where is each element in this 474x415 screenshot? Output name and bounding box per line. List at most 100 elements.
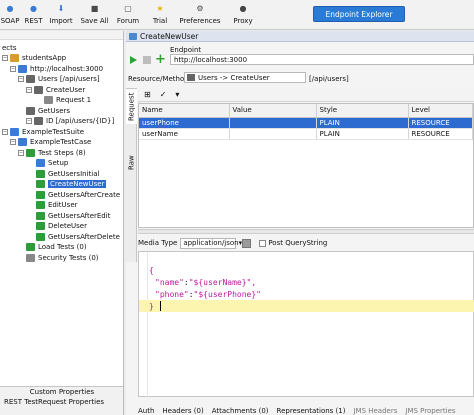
tab-jms-properties[interactable]: JMS Properties xyxy=(405,407,455,415)
step-icon xyxy=(36,211,45,220)
endpoint-input[interactable]: http://localhost:3000 xyxy=(170,54,474,65)
stop-icon[interactable] xyxy=(143,56,151,64)
tree-item[interactable]: − CreateUser xyxy=(26,85,85,95)
collapse-toggle-icon[interactable]: − xyxy=(2,55,8,61)
column-header-name[interactable]: Name xyxy=(139,104,230,118)
column-header-value[interactable]: Value xyxy=(229,104,317,118)
tree-item[interactable]: EditUser xyxy=(36,200,78,210)
star-icon xyxy=(36,159,45,167)
collapse-toggle-icon[interactable]: − xyxy=(2,128,8,135)
load-icon xyxy=(26,243,35,251)
collapse-toggle-icon[interactable]: − xyxy=(26,118,32,124)
tab-representations[interactable]: Representations (1) xyxy=(277,407,346,415)
tab-attachments[interactable]: Attachments (0) xyxy=(212,407,269,415)
service-icon xyxy=(18,64,27,73)
tree-item[interactable]: GetUsersAfterCreate xyxy=(36,190,120,200)
security-icon xyxy=(26,253,35,262)
tab-auth[interactable]: Auth xyxy=(138,407,154,415)
run-icon[interactable] xyxy=(130,56,137,64)
body-line-current: } xyxy=(139,300,474,312)
soapui-window: ● SOAP ● REST ⬇ Import ■ Save All ▢ Forum ★ Trial ⚙ P… xyxy=(0,0,474,415)
request-editor: CreateNewUser Endpoint + http://localhos… xyxy=(126,31,474,415)
request-icon xyxy=(44,96,53,104)
tree-item[interactable]: Setup xyxy=(36,158,68,168)
tree-item[interactable]: Security Tests (0) xyxy=(26,253,99,263)
steps-icon xyxy=(26,148,35,157)
toolbar-soap-button[interactable]: ● SOAP xyxy=(0,0,20,29)
table-row[interactable]: userName PLAIN RESOURCE xyxy=(139,128,473,140)
rest-testrequest-properties-tab[interactable]: REST TestRequest Properties xyxy=(0,397,123,407)
toolbar-proxy-button[interactable]: ● Proxy xyxy=(224,0,262,29)
forum-icon: ▢ xyxy=(124,3,132,13)
add-assertion-icon[interactable]: + xyxy=(155,53,166,66)
tree-item[interactable]: − http://localhost:3000 xyxy=(10,64,103,74)
tab-request[interactable]: Request xyxy=(126,88,137,124)
resource-method-select[interactable]: Users -> CreateUser xyxy=(184,72,306,83)
soap-icon: ● xyxy=(6,3,14,13)
tree-item[interactable]: CreateNewUser xyxy=(36,179,107,189)
step-icon xyxy=(36,169,45,178)
tree-item[interactable]: GetUsersAfterEdit xyxy=(36,211,110,221)
toolbar-save-all-button[interactable]: ■ Save All xyxy=(78,0,111,29)
tree-item[interactable]: GetUsersInitial xyxy=(36,169,99,179)
grid-icon xyxy=(187,74,195,81)
tree-item[interactable]: GetUsersAfterDelete xyxy=(36,232,120,242)
chevron-down-icon[interactable]: ▾ xyxy=(175,90,179,99)
toolbar-preferences-button[interactable]: ⚙ Preferences xyxy=(177,0,223,29)
gear-icon: ⚙ xyxy=(196,3,204,13)
split-divider[interactable] xyxy=(138,229,474,234)
tree-item[interactable]: GetUsers xyxy=(26,106,70,116)
tree-item[interactable]: − ExampleTestCase xyxy=(10,137,91,147)
collapse-toggle-icon[interactable]: − xyxy=(18,149,24,156)
text-caret xyxy=(159,301,161,311)
toolbar-import-button[interactable]: ⬇ Import xyxy=(46,0,76,29)
collapse-toggle-icon[interactable]: − xyxy=(10,139,16,145)
endpoint-explorer-button[interactable]: Endpoint Explorer xyxy=(313,6,405,22)
navigator-heading: ects xyxy=(2,44,17,52)
tree-item[interactable]: DeleteUser xyxy=(36,221,87,231)
toolbar-forum-button[interactable]: ▢ Forum xyxy=(112,0,144,29)
tab-jms-headers[interactable]: JMS Headers xyxy=(353,407,397,415)
media-type-label: Media Type xyxy=(138,239,178,247)
step-icon xyxy=(36,190,45,199)
format-icon[interactable] xyxy=(242,238,252,248)
collapse-toggle-icon[interactable]: − xyxy=(18,76,24,82)
resource-icon xyxy=(26,75,35,83)
tree-item[interactable]: − ID [/api/users/{ID}] xyxy=(26,116,114,126)
tree-item[interactable]: − Users [/api/users] xyxy=(18,74,100,84)
sort-icon[interactable]: ✓ xyxy=(160,90,167,99)
step-icon xyxy=(36,222,45,230)
tab-headers[interactable]: Headers (0) xyxy=(162,407,203,415)
main-toolbar: ● SOAP ● REST ⬇ Import ■ Save All ▢ Forum ★ Trial ⚙ P… xyxy=(0,0,474,30)
project-navigator: ects − studentsApp − http://localhost:3000−… xyxy=(0,31,124,415)
properties-panel: Custom Properties REST TestRequest Prope… xyxy=(0,386,123,415)
params-table: Name Value Style Level userPhone PLAIN R… xyxy=(138,103,474,228)
step-icon xyxy=(36,232,45,241)
proxy-icon: ● xyxy=(239,3,247,13)
table-row[interactable]: userPhone PLAIN RESOURCE xyxy=(139,117,473,129)
step-icon xyxy=(36,180,45,188)
request-title: CreateNewUser xyxy=(140,31,199,41)
collapse-toggle-icon[interactable]: − xyxy=(26,86,32,93)
resource-method-label: Resource/Method: xyxy=(128,75,192,83)
suite-icon xyxy=(10,127,19,136)
tree-item[interactable]: − studentsApp xyxy=(2,53,66,63)
tree-item[interactable]: Load Tests (0) xyxy=(26,242,87,252)
body-line: "phone": "${userPhone}" xyxy=(155,289,261,299)
tree-item[interactable]: Request 1 xyxy=(44,95,91,105)
media-type-select[interactable]: application/json ▾ xyxy=(180,237,242,249)
add-param-icon[interactable]: ⊞ xyxy=(144,90,151,99)
step-icon xyxy=(36,201,45,209)
collapse-toggle-icon[interactable]: − xyxy=(10,65,16,72)
endpoint-label: Endpoint xyxy=(170,46,202,54)
toolbar-trial-button[interactable]: ★ Trial xyxy=(145,0,175,29)
column-header-level[interactable]: Level xyxy=(408,104,473,118)
post-querystring-checkbox[interactable] xyxy=(259,239,267,247)
toolbar-rest-button[interactable]: ● REST xyxy=(21,0,46,29)
project-icon xyxy=(10,54,19,62)
tab-raw[interactable]: Raw xyxy=(126,152,137,174)
request-body-editor[interactable]: { "name": "${userName}", "phone": "${userP… xyxy=(138,251,474,398)
tree-item[interactable]: − Test Steps (8) xyxy=(18,148,86,158)
column-header-style[interactable]: Style xyxy=(316,104,409,118)
tree-item[interactable]: − ExampleTestSuite xyxy=(2,127,84,137)
